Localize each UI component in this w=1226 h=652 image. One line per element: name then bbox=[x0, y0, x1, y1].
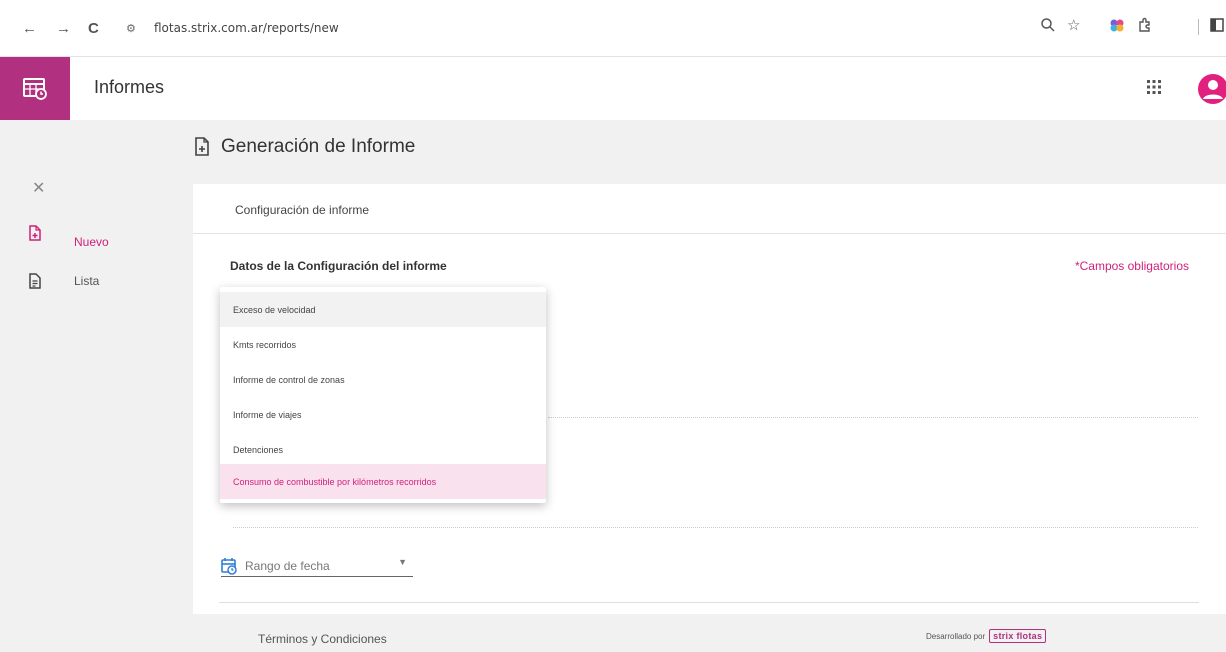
sidebar-item-label: Nuevo bbox=[74, 235, 109, 249]
card-header: Configuración de informe bbox=[193, 184, 1226, 234]
bookmark-star-icon[interactable]: ☆ bbox=[1067, 17, 1080, 35]
app-title: Informes bbox=[94, 77, 165, 97]
dropdown-option[interactable]: Detenciones bbox=[220, 432, 546, 467]
dropdown-option[interactable]: Exceso de velocidad bbox=[220, 292, 546, 327]
divider bbox=[548, 417, 1198, 418]
sidebar-item-nuevo[interactable]: Nuevo bbox=[28, 217, 109, 249]
strix-flotas-logo[interactable]: strix flotas bbox=[989, 629, 1047, 643]
user-icon bbox=[1203, 80, 1223, 99]
sidebar bbox=[0, 120, 190, 652]
section-title: Datos de la Configuración del informe bbox=[230, 259, 447, 273]
extension-icon[interactable] bbox=[1109, 17, 1125, 38]
reports-app-logo[interactable] bbox=[0, 57, 70, 120]
divider bbox=[233, 527, 1198, 528]
close-sidebar-icon[interactable]: ✕ bbox=[32, 178, 45, 198]
app-header: Informes bbox=[0, 57, 1226, 120]
dropdown-option[interactable]: Kmts recorridos bbox=[220, 327, 546, 362]
file-list-icon bbox=[29, 273, 41, 289]
reload-button[interactable]: C bbox=[88, 20, 99, 38]
required-fields-note: *Campos obligatorios bbox=[1074, 259, 1189, 273]
page-title-row: Generación de Informe bbox=[193, 136, 415, 158]
extensions-puzzle-icon[interactable] bbox=[1137, 17, 1153, 38]
side-panel-icon[interactable] bbox=[1210, 17, 1224, 38]
back-button[interactable]: ← bbox=[22, 20, 37, 38]
calendar-clock-icon bbox=[221, 557, 237, 575]
sidebar-item-label: Lista bbox=[74, 274, 100, 288]
dropdown-option-selected[interactable]: Consumo de combustible por kilómetros re… bbox=[220, 464, 546, 499]
date-range-label: Rango de fecha bbox=[245, 558, 330, 573]
divider bbox=[219, 602, 1199, 603]
dropdown-arrow-icon: ▼ bbox=[398, 557, 407, 567]
url-text[interactable]: flotas.strix.com.ar/reports/new bbox=[154, 21, 339, 35]
terms-link[interactable]: Términos y Condiciones bbox=[258, 632, 387, 646]
sidebar-item-lista[interactable]: Lista bbox=[28, 273, 99, 289]
date-range-select[interactable]: Rango de fecha ▼ bbox=[221, 555, 413, 577]
browser-toolbar: ← → C ⚙ flotas.strix.com.ar/reports/new … bbox=[0, 0, 1226, 57]
calendar-report-icon bbox=[23, 77, 47, 100]
developed-by: Desarrollado por strix flotas bbox=[926, 629, 1047, 643]
toolbar-divider bbox=[1198, 19, 1199, 35]
file-add-icon bbox=[195, 137, 209, 156]
page-title: Generación de Informe bbox=[221, 136, 416, 157]
user-avatar[interactable] bbox=[1198, 74, 1226, 104]
site-settings-icon[interactable]: ⚙ bbox=[126, 22, 136, 35]
report-type-dropdown[interactable]: Exceso de velocidad Kmts recorridos Info… bbox=[220, 287, 546, 503]
apps-grid-icon[interactable] bbox=[1145, 78, 1163, 96]
zoom-icon[interactable] bbox=[1040, 17, 1056, 38]
forward-button[interactable]: → bbox=[56, 20, 71, 38]
dropdown-option[interactable]: Informe de viajes bbox=[220, 397, 546, 432]
developed-by-text: Desarrollado por bbox=[926, 631, 986, 641]
card-header-title: Configuración de informe bbox=[235, 203, 370, 217]
file-add-icon bbox=[29, 225, 41, 241]
address-bar[interactable]: ⚙ flotas.strix.com.ar/reports/new bbox=[118, 13, 1018, 45]
dropdown-option[interactable]: Informe de control de zonas bbox=[220, 362, 546, 397]
